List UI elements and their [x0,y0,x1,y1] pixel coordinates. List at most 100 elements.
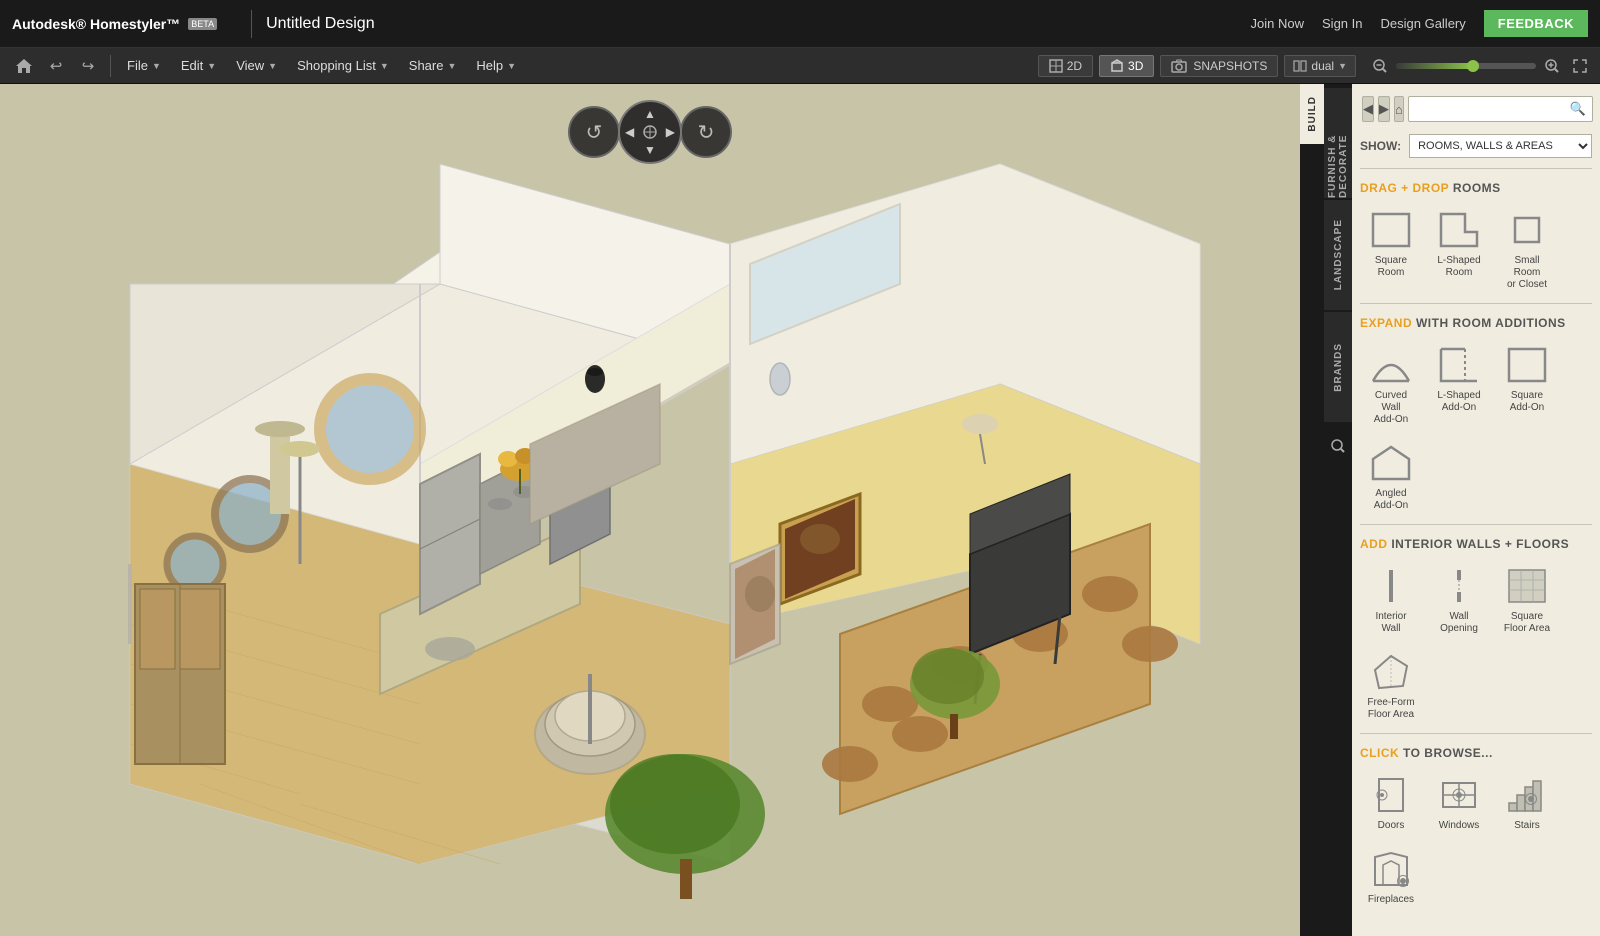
design-gallery-link[interactable]: Design Gallery [1381,16,1466,31]
stairs-icon-box [1501,772,1553,818]
top-divider [251,10,252,38]
join-now-link[interactable]: Join Now [1251,16,1304,31]
expand-button[interactable] [1568,54,1592,78]
shopping-arrow: ▼ [380,61,389,71]
room-scene-svg [0,84,1300,936]
app-logo: Autodesk® Homestyler™ BETA [12,16,217,32]
doors-icon [1369,775,1413,815]
edit-menu[interactable]: Edit ▼ [171,51,226,81]
menu-divider-1 [110,55,111,77]
curved-wall-icon-box [1365,342,1417,388]
stairs-item[interactable]: Stairs [1496,768,1558,836]
square-floor-label: SquareFloor Area [1504,611,1550,635]
view-2d-button[interactable]: 2D [1038,55,1093,77]
side-tabs: FURNISH & DECORATE LANDSCAPE BRANDS [1324,84,1352,936]
home-icon [15,57,33,75]
separator-4 [1360,733,1592,734]
help-menu[interactable]: Help ▼ [466,51,526,81]
build-tab-active[interactable]: BUILD [1300,84,1324,144]
wall-opening-item[interactable]: WallOpening [1428,559,1490,639]
panel-home-button[interactable]: ⌂ [1394,96,1404,122]
zoom-in-button[interactable] [1540,54,1564,78]
wall-opening-label: WallOpening [1440,611,1478,635]
wall-opening-icon [1437,566,1481,606]
l-shaped-room-item[interactable]: L-ShapedRoom [1428,203,1490,295]
panel-forward-button[interactable]: ▶ [1378,96,1390,122]
pan-up-arrow[interactable]: ▲ [644,107,656,121]
undo-button[interactable]: ↩ [40,51,72,81]
separator-3 [1360,524,1592,525]
stairs-icon [1505,775,1549,815]
curved-wall-label: Curved WallAdd-On [1364,390,1418,426]
zoom-out-button[interactable] [1368,54,1392,78]
right-panel: BUILD FURNISH & DECORATE LANDSCAPE BRAND… [1300,84,1600,936]
browse-header: CLICK TO BROWSE... [1360,746,1592,760]
interior-wall-icon [1369,566,1413,606]
stairs-label: Stairs [1514,820,1540,832]
separator-1 [1360,168,1592,169]
drag-rooms-grid: SquareRoom L-ShapedRoom [1360,203,1592,295]
redo-button[interactable]: ↪ [72,51,104,81]
pan-down-arrow[interactable]: ▼ [644,143,656,157]
panel-content: ◀ ▶ ⌂ 🔍 SHOW: ROOMS, WALLS & AREAS DRAG … [1352,84,1600,936]
curved-wall-item[interactable]: Curved WallAdd-On [1360,338,1422,430]
doors-item[interactable]: Doors [1360,768,1422,836]
brands-tab[interactable]: BRANDS [1324,312,1352,422]
square-add-label: SquareAdd-On [1510,390,1544,414]
square-floor-item[interactable]: SquareFloor Area [1496,559,1558,639]
square-room-item[interactable]: SquareRoom [1360,203,1422,295]
snapshots-button[interactable]: SNAPSHOTS [1160,55,1278,77]
fireplaces-label: Fireplaces [1368,894,1414,906]
windows-icon-box [1433,772,1485,818]
view-3d-button[interactable]: 3D [1099,55,1154,77]
angled-add-item[interactable]: AngledAdd-On [1360,436,1422,516]
small-room-item[interactable]: Small Roomor Closet [1496,203,1558,295]
search-submit-icon[interactable]: 🔍 [1570,101,1586,117]
pan-right-arrow[interactable]: ▶ [666,125,675,139]
windows-item[interactable]: Windows [1428,768,1490,836]
show-select[interactable]: ROOMS, WALLS & AREAS [1409,134,1592,158]
file-menu[interactable]: File ▼ [117,51,171,81]
file-arrow: ▼ [152,61,161,71]
square-add-item[interactable]: SquareAdd-On [1496,338,1558,430]
pan-left-arrow[interactable]: ◀ [625,125,634,139]
nav-controls: ↺ ▲ ▼ ◀ ▶ ↻ [568,100,732,164]
top-bar: Autodesk® Homestyler™ BETA Untitled Desi… [0,0,1600,48]
view-menu[interactable]: View ▼ [226,51,287,81]
furnish-tab[interactable]: FURNISH & DECORATE [1324,88,1352,198]
beta-badge: BETA [188,18,217,30]
fireplaces-item[interactable]: Fireplaces [1360,842,1422,910]
panel-search-field[interactable]: 🔍 [1408,96,1593,122]
square-room-icon [1369,210,1413,250]
canvas-area[interactable]: ↺ ▲ ▼ ◀ ▶ ↻ [0,84,1300,936]
interior-wall-label: InteriorWall [1375,611,1406,635]
sign-in-link[interactable]: Sign In [1322,16,1362,31]
camera-icon [1171,59,1187,73]
zoom-slider[interactable] [1396,63,1536,69]
l-shaped-add-item[interactable]: L-ShapedAdd-On [1428,338,1490,430]
logo-text: Autodesk® Homestyler™ [12,16,180,32]
curved-wall-icon [1369,345,1413,385]
share-menu[interactable]: Share ▼ [399,51,467,81]
interior-wall-icon-box [1365,563,1417,609]
dual-button[interactable]: dual ▼ [1284,55,1356,77]
pan-control[interactable]: ▲ ▼ ◀ ▶ [618,100,682,164]
panel-search-button[interactable] [1324,432,1352,460]
view-arrow: ▼ [268,61,277,71]
panel-back-button[interactable]: ◀ [1362,96,1374,122]
landscape-tab[interactable]: LANDSCAPE [1324,200,1352,310]
angled-add-icon-box [1365,440,1417,486]
feedback-button[interactable]: FEEDBACK [1484,10,1588,37]
shopping-list-menu[interactable]: Shopping List ▼ [287,51,399,81]
rotate-right-button[interactable]: ↻ [680,106,732,158]
build-tab[interactable]: BUILD [1300,84,1324,936]
dual-icon [1293,60,1307,72]
small-room-icon [1505,210,1549,250]
top-links: Join Now Sign In Design Gallery FEEDBACK [1251,10,1588,37]
freeform-floor-item[interactable]: Free-FormFloor Area [1360,645,1422,725]
interior-wall-item[interactable]: InteriorWall [1360,559,1422,639]
main-layout: ↺ ▲ ▼ ◀ ▶ ↻ BUILD FURNISH & DECORATE [0,84,1600,936]
search-input[interactable] [1415,102,1570,116]
rotate-left-button[interactable]: ↺ [568,106,620,158]
home-icon-button[interactable] [8,51,40,81]
